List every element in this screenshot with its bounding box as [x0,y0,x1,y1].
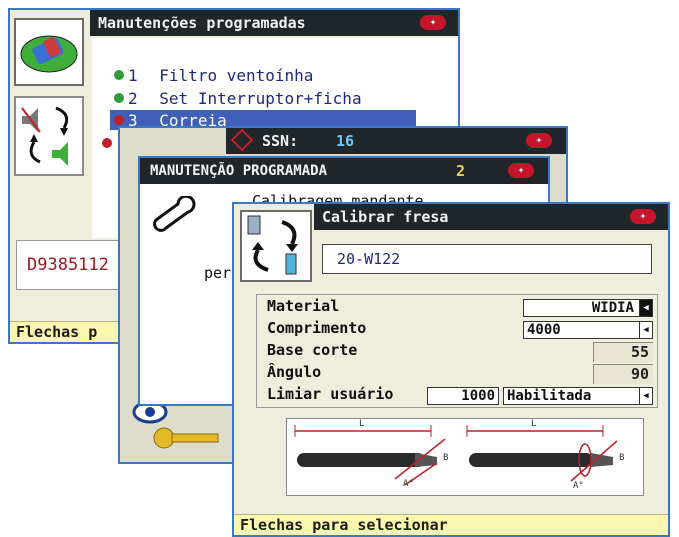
chevron-left-icon[interactable]: ◀ [639,300,652,316]
window-title: Calibrar fresa [322,208,449,226]
base-cut-label: Base corte [267,341,358,359]
brand-logo-icon: ✦ [630,209,656,224]
title-bar: SSN: 16 ✦ [226,128,566,154]
cutter-diagram: L L B B A° A° [286,418,644,496]
angle-label: Ângulo [267,363,322,381]
sound-toggle-icon[interactable] [14,96,84,176]
length-select[interactable]: 4000 ◀ [523,321,653,339]
brand-logo-icon: ✦ [508,163,534,178]
status-dot [114,93,124,103]
threshold-input[interactable]: 1000 [427,387,499,405]
status-dot [114,115,124,125]
title-bar: Calibrar fresa ✦ [314,204,668,230]
title-bar: Manutenções programadas ✦ [90,10,458,36]
list-item[interactable]: 1 Filtro ventoínha [114,66,313,85]
eraser-icon[interactable] [14,18,84,86]
material-select[interactable]: WIDIA ◀ [523,299,653,317]
chevron-left-icon[interactable]: ◀ [639,388,652,404]
length-label: Comprimento [267,319,367,337]
message-line-2: per [204,264,232,282]
screen-calibrate-cutter: Calibrar fresa ✦ 20-W122 Material WIDIA … [232,202,670,537]
dimension-a-label: A° [573,481,584,491]
angle-value: 90 [593,364,653,384]
ssn-value: 16 [336,132,355,150]
calibrate-icon[interactable] [240,210,312,282]
brand-logo-icon: ✦ [420,15,446,30]
parameters-panel: Material WIDIA ◀ Comprimento 4000 ◀ Base… [256,294,658,408]
status-dot [102,138,112,148]
dimension-l-label: L [359,419,365,429]
window-title: MANUTENÇÃO PROGRAMADA [150,163,328,179]
footer-hint: Flechas para selecionar [234,514,668,535]
base-cut-value: 55 [593,342,653,362]
window-title: Manutenções programadas [98,14,306,32]
gear-icon [230,128,254,152]
dimension-b-label: B [619,453,625,463]
threshold-label: Limiar usuário [267,385,394,403]
brand-logo-icon: ✦ [526,133,552,148]
threshold-state-select[interactable]: Habilitada ◀ [503,387,653,405]
dimension-a-label: A° [403,479,414,489]
title-bar: MANUTENÇÃO PROGRAMADA 2 ✦ [140,158,548,184]
code-field[interactable]: 20-W122 [322,244,652,274]
wrench-icon [152,194,198,240]
list-item[interactable]: 2 Set Interruptor+ficha [114,89,362,108]
material-label: Material [267,297,340,315]
serial-number: D9385112 [27,255,109,275]
cutter-code: 20-W122 [337,250,401,268]
status-dot [114,70,124,80]
dimension-b-label: B [443,453,449,463]
dimension-l-label: L [531,419,537,429]
window-title: SSN: [262,132,299,150]
maintenance-count: 2 [456,162,466,180]
chevron-left-icon[interactable]: ◀ [639,322,652,338]
